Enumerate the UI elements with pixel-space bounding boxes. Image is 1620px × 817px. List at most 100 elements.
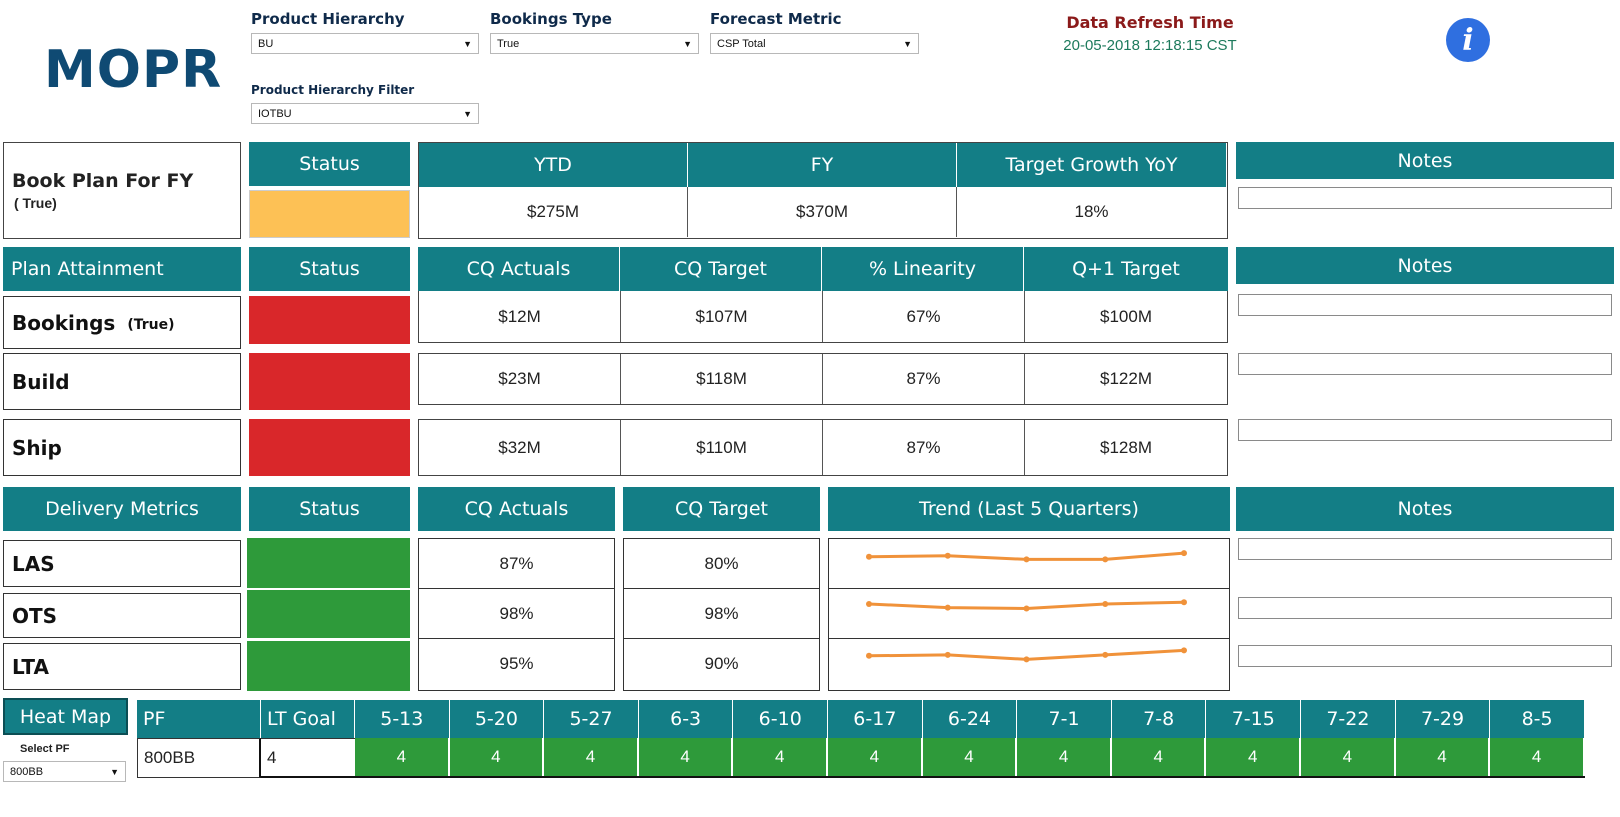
book-plan-status-header: Status — [249, 142, 410, 186]
book-plan-table: YTD FY Target Growth YoY $275M $370M 18% — [418, 142, 1228, 239]
ots-row-label: OTS — [3, 593, 241, 638]
lta-cq-target: 90% — [624, 639, 819, 689]
select-pf-label: Select PF — [20, 743, 70, 755]
heat-map-week-headers: 5-13 5-20 5-27 6-3 6-10 6-17 6-24 7-1 7-8 7-15 7-2… — [355, 700, 1585, 738]
trend-point — [1102, 556, 1109, 563]
forecast-metric-dropdown[interactable]: CSP Total ▼ — [710, 33, 919, 54]
bookings-notes-input[interactable] — [1238, 294, 1612, 316]
week-value-cell: 4 — [638, 738, 734, 776]
plan-attainment-notes-header: Notes — [1236, 247, 1614, 284]
las-status — [247, 538, 410, 588]
ship-q1-target: $128M — [1025, 420, 1227, 475]
book-plan-card: Book Plan For FY ( True) — [3, 142, 241, 239]
bookings-cq-target: $107M — [621, 291, 823, 342]
trend-point — [1023, 656, 1030, 663]
bookings-row-label: Bookings (True) — [3, 296, 241, 349]
ship-cq-target: $110M — [621, 420, 823, 475]
delivery-target-column: 80% 98% 90% — [623, 538, 820, 691]
build-cq-actuals: $23M — [419, 354, 621, 404]
product-hierarchy-dropdown[interactable]: BU ▼ — [251, 33, 479, 54]
week-header: 6-17 — [828, 700, 923, 738]
build-row: $23M $118M 87% $122M — [418, 353, 1228, 405]
pa-cq-actuals-header: CQ Actuals — [418, 247, 620, 291]
book-plan-title: Book Plan For FY — [12, 170, 194, 192]
trend-point — [866, 553, 872, 560]
product-hierarchy-filter-dropdown[interactable]: IOTBU ▼ — [251, 103, 479, 124]
bookings-type-value: True — [497, 37, 520, 50]
plan-attainment-header-row: CQ Actuals CQ Target % Linearity Q+1 Tar… — [418, 247, 1228, 291]
select-pf-value: 800BB — [10, 765, 44, 778]
week-value-cell: 4 — [1301, 738, 1396, 776]
lta-cq-actuals: 95% — [419, 639, 614, 689]
plan-attainment-header: Plan Attainment — [3, 247, 241, 291]
las-notes-input[interactable] — [1238, 538, 1612, 560]
refresh-label: Data Refresh Time — [1066, 13, 1234, 32]
delivery-cq-actuals-header: CQ Actuals — [418, 487, 615, 531]
bookings-row: $12M $107M 67% $100M — [418, 291, 1228, 343]
forecast-metric-value: CSP Total — [717, 37, 766, 50]
ship-row: $32M $110M 87% $128M — [418, 419, 1228, 476]
plan-attainment-status-header: Status — [249, 247, 410, 291]
week-header: 7-29 — [1395, 700, 1491, 738]
bookings-type-dropdown[interactable]: True ▼ — [490, 33, 699, 54]
select-pf-dropdown[interactable]: 800BB ▼ — [3, 761, 126, 782]
info-icon[interactable]: i — [1446, 18, 1490, 62]
refresh-time: 20-05-2018 12:18:15 CST — [1063, 37, 1237, 54]
week-header: 7-8 — [1111, 700, 1207, 738]
book-plan-status — [249, 190, 410, 238]
fy-header: FY — [688, 143, 957, 187]
ots-notes-input[interactable] — [1238, 597, 1612, 619]
lta-notes-input[interactable] — [1238, 645, 1612, 667]
week-value-cell: 4 — [828, 738, 923, 776]
delivery-actuals-column: 87% 98% 95% — [418, 538, 615, 691]
bookings-type-label: Bookings Type — [490, 10, 612, 28]
build-q1-target: $122M — [1025, 354, 1227, 404]
las-row-label: LAS — [3, 540, 241, 587]
ots-status — [247, 590, 410, 638]
lt-goal-header: LT Goal — [261, 700, 355, 738]
product-hierarchy-filter-label: Product Hierarchy Filter — [251, 83, 415, 97]
week-header: 6-10 — [733, 700, 829, 738]
bookings-cq-actuals: $12M — [419, 291, 621, 342]
book-plan-notes-header: Notes — [1236, 142, 1614, 179]
target-growth-header: Target Growth YoY — [957, 143, 1226, 187]
lta-trend-sparkline — [866, 647, 1187, 663]
las-trend-sparkline — [866, 550, 1187, 563]
week-header: 6-24 — [922, 700, 1018, 738]
target-growth-value: 18% — [957, 187, 1226, 237]
trend-point — [1023, 556, 1030, 563]
lta-label: LTA — [12, 654, 50, 679]
ytd-value: $275M — [419, 187, 688, 237]
ots-cq-actuals: 98% — [419, 589, 614, 639]
build-label: Build — [12, 369, 70, 394]
trend-point — [866, 652, 872, 659]
trend-point — [1102, 601, 1109, 607]
las-cq-actuals: 87% — [419, 539, 614, 589]
product-hierarchy-label: Product Hierarchy — [251, 10, 405, 28]
pf-value: 800BB — [137, 738, 261, 778]
lt-goal-value: 4 — [261, 738, 355, 778]
lta-row-label: LTA — [3, 643, 241, 690]
book-plan-notes-input[interactable] — [1238, 187, 1612, 209]
ship-label: Ship — [12, 435, 62, 460]
pf-header: PF — [137, 700, 261, 738]
ots-label: OTS — [12, 603, 58, 628]
las-cq-target: 80% — [624, 539, 819, 589]
las-label: LAS — [12, 551, 55, 576]
delivery-trend-column — [828, 538, 1230, 691]
week-value-cell: 4 — [1395, 738, 1491, 776]
las-trend-cell — [829, 539, 1229, 589]
ship-notes-input[interactable] — [1238, 419, 1612, 441]
trend-point — [1102, 651, 1109, 658]
lta-status — [247, 641, 410, 691]
delivery-trend-header: Trend (Last 5 Quarters) — [828, 487, 1230, 531]
fy-value: $370M — [688, 187, 957, 237]
week-value-cell: 4 — [1017, 738, 1112, 776]
pa-q1-target-header: Q+1 Target — [1024, 247, 1228, 291]
heat-map-table: PF LT Goal 800BB 4 5-13 5-20 5-27 6-3 6-10 6-… — [137, 700, 1585, 780]
trend-point — [1023, 605, 1030, 612]
chevron-down-icon: ▼ — [463, 38, 472, 49]
build-notes-input[interactable] — [1238, 353, 1612, 375]
week-header: 6-3 — [638, 700, 734, 738]
week-header: 5-20 — [449, 700, 545, 738]
